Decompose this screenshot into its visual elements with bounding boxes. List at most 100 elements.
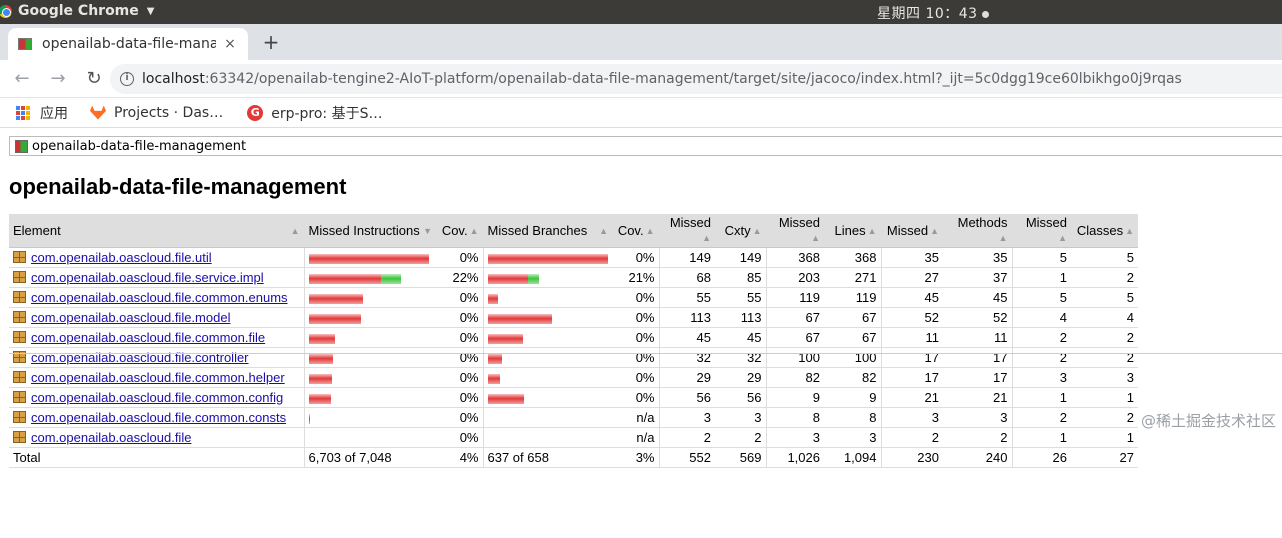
covered-bar-segment — [380, 273, 401, 284]
header-missed-methods[interactable]: Missed ▲ — [880, 214, 943, 248]
os-clock[interactable]: 星期四 10：43 — [877, 3, 989, 23]
missed-branches-cell — [482, 247, 612, 268]
header-cov1-label: Cov. — [441, 222, 468, 238]
header-lines[interactable]: Lines ▲ — [824, 214, 881, 248]
table-row: com.openailab.oascloud.file.service.impl… — [9, 267, 1138, 288]
new-tab-button[interactable]: + — [260, 30, 282, 54]
missed-bar-segment — [308, 253, 429, 264]
forward-button[interactable]: → — [44, 65, 72, 93]
sort-icon: ▲ — [752, 225, 762, 236]
instructions-cov-cell: 0% — [436, 287, 483, 308]
missed-bar-segment — [308, 313, 361, 324]
element-cell: com.openailab.oascloud.file.common.helpe… — [9, 367, 304, 388]
missed-cxty-cell: 56 — [658, 387, 715, 408]
missed-cxty-cell: 68 — [658, 267, 715, 288]
missed-methods-cell: 52 — [880, 307, 943, 328]
table-row: com.openailab.oascloud.file.util 0% 0% 149 1… — [9, 247, 1138, 268]
missed-bar-segment — [487, 273, 528, 284]
header-element[interactable]: Element ▲ — [9, 214, 304, 248]
missed-bar-segment — [487, 353, 502, 364]
sort-icon: ▲ — [702, 233, 711, 243]
cxty-cell: 55 — [715, 287, 766, 308]
header-methods[interactable]: Methods ▲ — [943, 214, 1012, 248]
header-missed-lines-label: Missed — [778, 215, 820, 230]
package-link[interactable]: com.openailab.oascloud.file.service.impl — [31, 270, 264, 285]
missed-bar-segment — [487, 333, 523, 344]
package-link[interactable]: com.openailab.oascloud.file.common.file — [31, 330, 265, 345]
methods-cell: 17 — [943, 347, 1012, 368]
missed-cxty-cell: 3 — [658, 407, 715, 428]
missed-instructions-cell — [303, 307, 436, 328]
info-icon[interactable]: i — [120, 72, 134, 86]
header-missed-lines[interactable]: Missed ▲ — [765, 214, 824, 248]
missed-bar-segment — [487, 393, 524, 404]
header-missed-branches[interactable]: Missed Branches ▲ — [482, 214, 612, 248]
header-classes[interactable]: Classes ▲ — [1071, 214, 1138, 248]
package-link[interactable]: com.openailab.oascloud.file.common.helpe… — [31, 370, 285, 385]
element-cell: com.openailab.oascloud.file.common.enums — [9, 287, 304, 308]
package-link[interactable]: com.openailab.oascloud.file.model — [31, 310, 230, 325]
os-app-menu[interactable]: Google Chrome ▼ — [0, 3, 154, 19]
classes-cell: 2 — [1071, 327, 1138, 348]
header-cov-instructions[interactable]: Cov. ▲ — [436, 214, 483, 248]
os-top-bar: Google Chrome ▼ 星期四 10：43 — [0, 0, 1282, 24]
sort-icon: ▲ — [867, 225, 877, 236]
missed-instructions-cell — [303, 407, 436, 428]
missed-methods-cell: 11 — [880, 327, 943, 348]
bookmark-projects[interactable]: Projects · Das… — [90, 105, 223, 121]
header-missed-cxty[interactable]: Missed ▲ — [658, 214, 715, 248]
bookmark-apps[interactable]: 应用 — [16, 103, 68, 123]
classes-cell: 2 — [1071, 267, 1138, 288]
missed-lines-cell: 8 — [765, 407, 824, 428]
table-row: com.openailab.oascloud.file.controller 0%… — [9, 347, 1138, 368]
methods-cell: 52 — [943, 307, 1012, 328]
bookmark-apps-label: 应用 — [40, 105, 68, 122]
total-missed-methods: 230 — [880, 447, 943, 468]
coverage-bar — [487, 333, 523, 344]
header-element-label: Element — [13, 222, 61, 238]
classes-cell: 1 — [1071, 427, 1138, 448]
caret-down-icon: ▼ — [146, 5, 155, 17]
methods-cell: 11 — [943, 327, 1012, 348]
package-link[interactable]: com.openailab.oascloud.file.common.enums — [31, 290, 288, 305]
missed-branches-cell — [482, 267, 612, 288]
header-cxty[interactable]: Cxty ▲ — [715, 214, 766, 248]
header-missed-classes[interactable]: Missed ▲ — [1011, 214, 1071, 248]
missed-branches-cell — [482, 427, 612, 448]
apps-grid-icon — [16, 105, 30, 120]
address-bar[interactable]: i localhost:63342/openailab-tengine2-AIo… — [110, 64, 1282, 94]
coverage-bar — [308, 373, 332, 384]
total-branches-cov: 3% — [612, 447, 659, 468]
header-lines-label: Lines — [834, 222, 866, 238]
element-cell: com.openailab.oascloud.file — [9, 427, 304, 448]
back-button[interactable]: ← — [8, 65, 36, 93]
package-link[interactable]: com.openailab.oascloud.file.util — [31, 250, 212, 265]
cxty-cell: 2 — [715, 427, 766, 448]
url-host: localhost — [142, 71, 205, 87]
jacoco-favicon-icon — [18, 38, 32, 50]
lines-cell: 82 — [824, 367, 881, 388]
os-app-name: Google Chrome — [18, 3, 139, 19]
tab-close-icon[interactable]: × — [222, 36, 238, 52]
package-link[interactable]: com.openailab.oascloud.file.common.confi… — [31, 390, 283, 405]
sort-icon: ▲ — [1125, 225, 1134, 236]
coverage-bar — [308, 393, 331, 404]
header-missed-instructions[interactable]: Missed Instructions ▼ — [303, 214, 436, 248]
header-cov-branches[interactable]: Cov. ▲ — [612, 214, 659, 248]
package-link[interactable]: com.openailab.oascloud.file.common.const… — [31, 410, 286, 425]
bookmark-erp-pro[interactable]: G erp-pro: 基于S… — [247, 103, 382, 123]
header-missed-classes-label: Missed — [1025, 215, 1067, 230]
browser-tab[interactable]: openailab-data-file-management × — [8, 28, 248, 60]
instructions-cov-cell: 0% — [436, 247, 483, 268]
missed-lines-cell: 67 — [765, 307, 824, 328]
table-row: com.openailab.oascloud.file.model 0% 0% 113… — [9, 307, 1138, 328]
package-link[interactable]: com.openailab.oascloud.file — [31, 430, 191, 445]
missed-methods-cell: 17 — [880, 347, 943, 368]
missed-bar-segment — [308, 293, 363, 304]
missed-classes-cell: 4 — [1011, 307, 1071, 328]
classes-cell: 5 — [1071, 287, 1138, 308]
breadcrumb-label: openailab-data-file-management — [32, 138, 247, 154]
cxty-cell: 3 — [715, 407, 766, 428]
cxty-cell: 85 — [715, 267, 766, 288]
reload-button[interactable]: ↻ — [80, 65, 108, 93]
